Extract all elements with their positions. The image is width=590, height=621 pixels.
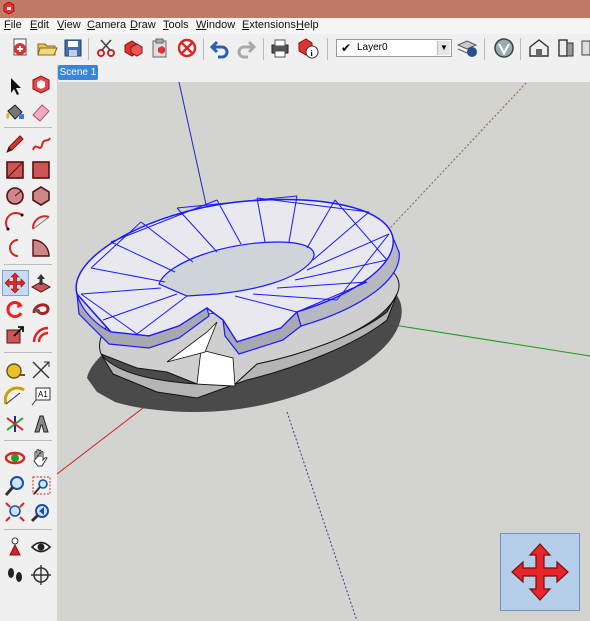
rotated-rectangle-icon[interactable] [30,159,52,181]
copy-icon[interactable] [122,37,144,59]
menu-view[interactable]: View [57,19,81,31]
main-toolbar: i ✔ Layer0 ▼ [0,34,590,65]
select-icon[interactable] [4,75,26,97]
protractor-icon[interactable] [4,385,26,407]
previous-view-icon[interactable] [30,501,52,523]
new-icon[interactable] [9,37,31,59]
orbit-icon[interactable] [4,447,26,469]
layer-name: Layer0 [357,42,388,53]
axes-icon[interactable] [4,413,26,435]
paste-icon[interactable] [149,37,171,59]
rectangle-icon[interactable] [4,159,26,181]
warehouse-icon[interactable] [528,37,550,59]
zoom-icon[interactable] [4,475,26,497]
text-icon[interactable]: A1 [30,385,52,407]
toolbar-separator [263,38,264,60]
title-bar [0,0,590,18]
menu-camera[interactable]: Camera [87,19,126,31]
undo-icon[interactable] [209,37,231,59]
toolbar-separator [520,38,521,60]
large-tool-set: A1 [0,64,58,621]
toolbar-separator [203,38,204,60]
section-plane-icon[interactable] [30,564,52,586]
pie-icon[interactable] [30,237,52,259]
toolbar-separator [4,440,52,441]
scene-tabs-bar: Scene 1 [0,64,590,82]
print-icon[interactable] [269,37,291,59]
dimension-icon[interactable] [30,359,52,381]
paint-bucket-icon[interactable] [4,101,26,123]
move-arrows-icon[interactable] [510,542,570,602]
move-icon[interactable] [4,272,26,294]
toolbar-separator [327,38,328,60]
cut-icon[interactable] [95,37,117,59]
model-info-icon[interactable]: i [297,37,319,59]
layer-dropdown[interactable]: ✔ Layer0 ▼ [336,39,452,57]
component-icon[interactable] [30,73,52,95]
two-point-arc-icon[interactable] [30,211,52,233]
position-camera-icon[interactable] [4,536,26,558]
overflow-icon[interactable] [580,37,590,59]
erase-icon[interactable] [176,37,198,59]
zoom-extents-icon[interactable] [4,501,26,523]
menu-tools[interactable]: Tools [163,19,189,31]
style-icon[interactable] [493,37,515,59]
toolbar-separator [4,264,52,265]
zoom-window-icon[interactable] [30,475,52,497]
arc-icon[interactable] [4,211,26,233]
toolbar-separator [4,127,52,128]
scale-icon[interactable] [4,324,26,346]
freehand-icon[interactable] [30,133,52,155]
menu-help[interactable]: Help [296,19,319,31]
extension-warehouse-icon[interactable] [555,37,577,59]
layer-check: ✔ [341,41,352,55]
offset-icon[interactable] [30,324,52,346]
chevron-down-icon[interactable]: ▼ [437,41,450,55]
follow-me-icon[interactable] [30,298,52,320]
sketchup-logo-icon [3,2,15,15]
save-icon[interactable] [62,37,84,59]
rotate-icon[interactable] [4,298,26,320]
layer-manager-icon[interactable] [456,37,478,59]
redo-icon[interactable] [235,37,257,59]
menu-extensions[interactable]: Extensions [242,19,296,31]
polygon-icon[interactable] [30,185,52,207]
menu-bar: File Edit View Camera Draw Tools Window … [0,18,590,34]
pencil-icon[interactable] [4,133,26,155]
toolbar-separator [4,529,52,530]
walk-icon[interactable] [4,564,26,586]
menu-draw[interactable]: Draw [130,19,156,31]
move-gizmo-panel [500,533,580,611]
push-pull-icon[interactable] [30,272,52,294]
toolbar-separator [484,38,485,60]
tape-measure-icon[interactable] [4,359,26,381]
menu-window[interactable]: Window [196,19,235,31]
3d-text-icon[interactable] [30,413,52,435]
toolbar-separator [88,38,89,60]
look-around-icon[interactable] [30,536,52,558]
menu-edit[interactable]: Edit [30,19,49,31]
eraser-icon[interactable] [30,101,52,123]
pan-icon[interactable] [30,447,52,469]
tab-scene-1[interactable]: Scene 1 [58,65,98,80]
menu-file[interactable]: File [4,19,22,31]
circle-icon[interactable] [4,185,26,207]
toolbar-separator [4,352,52,353]
three-point-arc-icon[interactable] [4,237,26,259]
open-icon[interactable] [36,37,58,59]
svg-text:A1: A1 [38,390,48,399]
